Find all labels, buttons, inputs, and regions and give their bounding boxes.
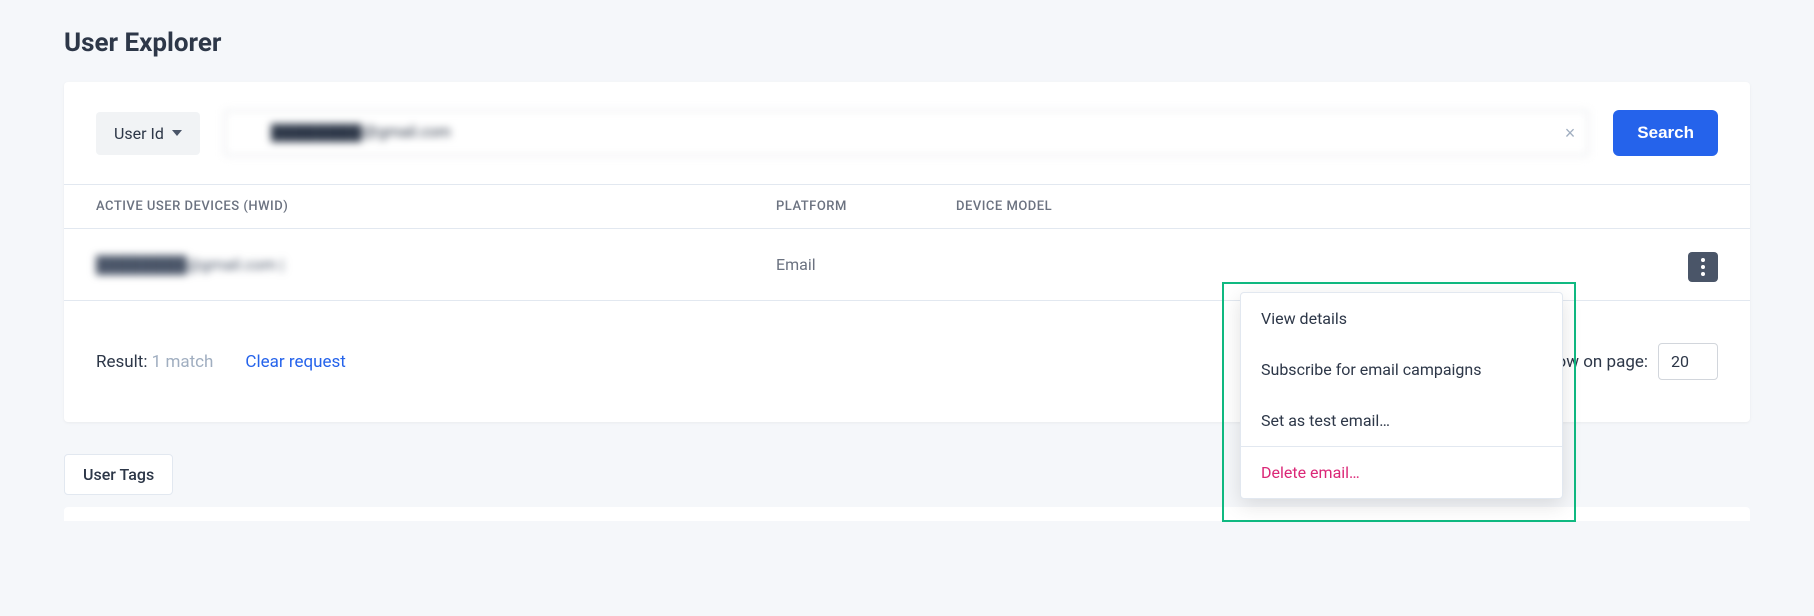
result-label: Result:: [96, 352, 147, 372]
column-platform: PLATFORM: [776, 199, 956, 214]
menu-set-test-email[interactable]: Set as test email…: [1241, 395, 1562, 446]
page-size-select[interactable]: 20: [1658, 343, 1718, 380]
menu-view-details[interactable]: View details: [1241, 293, 1562, 344]
cell-device: ████████@gmail.com |: [96, 255, 776, 275]
result-count: 1 match: [152, 352, 214, 372]
table-row[interactable]: ████████@gmail.com | Email: [64, 229, 1750, 301]
row-actions-menu: View details Subscribe for email campaig…: [1240, 292, 1563, 499]
devices-table: ACTIVE USER DEVICES (HWID) PLATFORM DEVI…: [64, 184, 1750, 301]
tab-user-tags[interactable]: User Tags: [64, 454, 173, 495]
page-title: User Explorer: [64, 28, 1750, 58]
search-wrapper: ×: [224, 110, 1589, 156]
user-id-selector[interactable]: User Id: [96, 112, 200, 155]
user-tags-panel: [64, 507, 1750, 521]
menu-subscribe-campaigns[interactable]: Subscribe for email campaigns: [1241, 344, 1562, 395]
column-device-model: DEVICE MODEL: [956, 199, 1658, 214]
more-vertical-icon: [1701, 258, 1705, 276]
column-active-devices: ACTIVE USER DEVICES (HWID): [96, 199, 776, 214]
clear-request-link[interactable]: Clear request: [245, 352, 345, 372]
search-button[interactable]: Search: [1613, 110, 1718, 156]
row-actions-button[interactable]: [1688, 252, 1718, 282]
cell-platform: Email: [776, 255, 956, 274]
menu-delete-email[interactable]: Delete email…: [1241, 447, 1562, 498]
search-input[interactable]: [224, 110, 1589, 156]
close-icon: ×: [1565, 123, 1576, 143]
table-header: ACTIVE USER DEVICES (HWID) PLATFORM DEVI…: [64, 184, 1750, 229]
user-id-selector-label: User Id: [114, 124, 164, 143]
clear-input-button[interactable]: ×: [1565, 124, 1576, 142]
caret-down-icon: [172, 130, 182, 136]
